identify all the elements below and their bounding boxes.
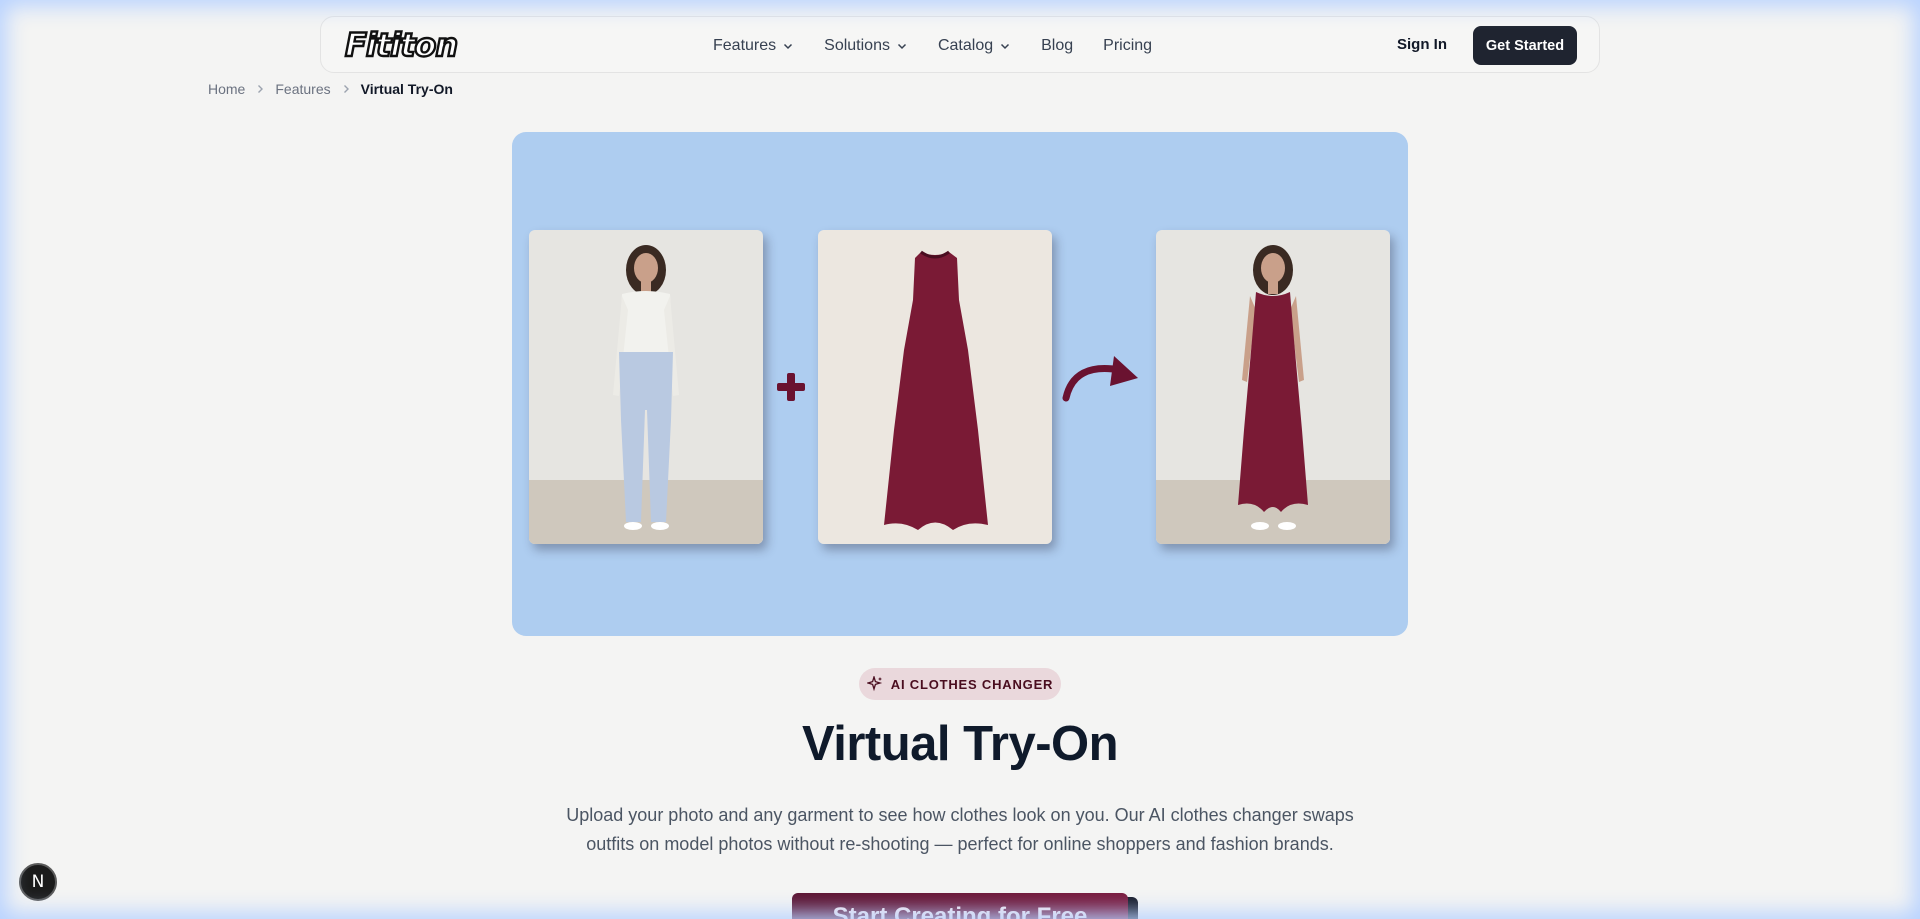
chevron-right-icon	[255, 84, 265, 94]
nav-item-label: Features	[713, 36, 777, 54]
result-photo	[1156, 230, 1390, 544]
nav-item-label: Pricing	[1103, 36, 1153, 54]
chevron-down-icon	[1001, 43, 1010, 49]
badge-label: AI CLOTHES CHANGER	[890, 676, 1054, 692]
page-title: Virtual Try-On	[801, 717, 1119, 771]
breadcrumb-home[interactable]: Home	[208, 81, 245, 97]
chevron-down-icon	[784, 43, 793, 49]
chevron-down-icon	[897, 43, 906, 49]
nav-item-pricing[interactable]: Pricing	[1103, 37, 1152, 55]
breadcrumb-features[interactable]: Features	[275, 81, 330, 97]
sign-in-link[interactable]: Sign In	[1397, 36, 1447, 53]
curved-arrow-icon	[1062, 356, 1138, 402]
brand-logo[interactable]: Fititon	[344, 25, 460, 65]
sparkle-icon	[866, 676, 882, 692]
nav-item-label: Blog	[1041, 36, 1074, 54]
start-creating-button[interactable]: Start Creating for Free	[792, 893, 1128, 919]
model-photo	[529, 230, 763, 544]
nav-item-catalog[interactable]: Catalog	[938, 37, 1011, 55]
nav-item-label: Solutions	[824, 36, 890, 54]
plus-icon	[777, 373, 805, 401]
top-navbar: Fititon Features Solutions Catalog Blog …	[320, 16, 1600, 73]
dev-tools-badge[interactable]: N	[19, 863, 57, 901]
hero-illustration	[512, 132, 1408, 636]
nav-item-solutions[interactable]: Solutions	[824, 37, 908, 55]
description-line-2: outfits on model photos without re-shoot…	[586, 834, 1334, 854]
nav-item-features[interactable]: Features	[713, 37, 794, 55]
description-line-1: Upload your photo and any garment to see…	[566, 805, 1354, 825]
garment-photo	[818, 230, 1052, 544]
chevron-right-icon	[341, 84, 351, 94]
breadcrumb-current: Virtual Try-On	[360, 81, 453, 97]
breadcrumb: Home Features Virtual Try-On	[208, 81, 453, 97]
ai-clothes-changer-badge: AI CLOTHES CHANGER	[859, 668, 1061, 700]
nav-item-blog[interactable]: Blog	[1041, 37, 1073, 55]
main-menu: Features Solutions Catalog Blog Pricing	[713, 17, 1182, 74]
nav-item-label: Catalog	[937, 36, 994, 54]
page-description: Upload your photo and any garment to see…	[560, 801, 1360, 859]
get-started-button[interactable]: Get Started	[1473, 26, 1577, 65]
